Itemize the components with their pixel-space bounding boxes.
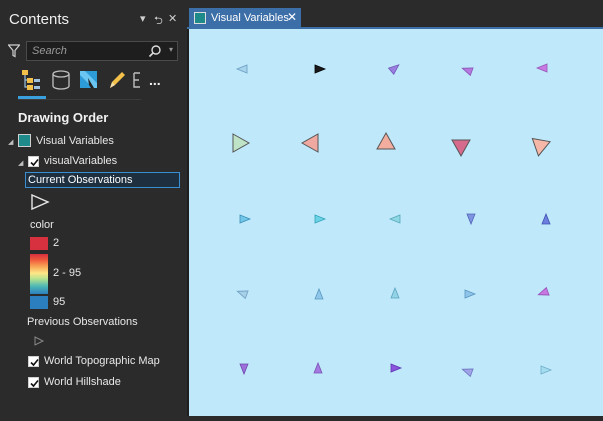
color-variable-label: color <box>30 219 54 231</box>
observation-symbol <box>540 365 553 375</box>
observation-symbol <box>451 139 471 158</box>
list-by-source-icon[interactable] <box>50 68 72 92</box>
more-options-button[interactable]: ... <box>149 72 161 88</box>
observation-symbol <box>236 290 249 300</box>
observation-symbol <box>464 289 477 299</box>
map-icon <box>18 134 31 147</box>
ramp-label-mid: 2 - 95 <box>53 267 82 279</box>
list-by-selection-icon[interactable] <box>78 68 100 92</box>
observation-symbol <box>387 64 400 75</box>
search-input[interactable]: Search ▾ <box>26 41 178 61</box>
topo-visibility-checkbox[interactable] <box>28 356 39 367</box>
observation-symbol <box>461 368 474 378</box>
topo-layer-label[interactable]: World Topographic Map <box>44 355 160 367</box>
observation-symbol <box>390 363 403 373</box>
filter-icon[interactable] <box>7 44 21 63</box>
observation-symbol <box>466 213 476 226</box>
observation-symbol <box>239 214 252 224</box>
observation-symbol <box>232 133 251 153</box>
observation-symbol <box>390 286 400 299</box>
layer-visibility-checkbox[interactable] <box>28 156 39 167</box>
search-placeholder: Search <box>32 45 67 57</box>
ramp-label-low: 2 <box>53 237 60 249</box>
collapse-arrow-icon[interactable]: ◢ <box>8 138 13 146</box>
pane-title: Contents <box>9 11 70 28</box>
chevron-down-icon[interactable]: ▾ <box>169 45 173 54</box>
map-item-label[interactable]: Visual Variables <box>36 135 114 147</box>
tab-visual-variables[interactable]: Visual Variables ✕ <box>189 8 301 28</box>
color-ramp <box>30 254 48 294</box>
observation-symbol <box>314 64 327 74</box>
map-canvas[interactable] <box>189 29 603 416</box>
observation-symbol <box>461 67 474 77</box>
current-observations-label[interactable]: Current Observations <box>28 174 133 186</box>
observation-symbol <box>388 214 401 224</box>
layer-item-label[interactable]: visualVariables <box>44 155 117 167</box>
ramp-label-high: 95 <box>53 296 66 308</box>
section-title: Drawing Order <box>18 110 109 125</box>
ramp-swatch-low <box>30 237 48 250</box>
hillshade-layer-label[interactable]: World Hillshade <box>44 376 121 388</box>
observation-symbol <box>535 63 548 73</box>
list-by-editing-icon[interactable] <box>106 68 128 92</box>
previous-observations-symbol-icon[interactable] <box>33 334 45 352</box>
observation-symbol <box>314 214 327 224</box>
search-icon[interactable] <box>148 44 162 63</box>
observation-symbol <box>531 137 552 157</box>
map-view[interactable] <box>189 29 603 416</box>
map-icon <box>194 12 206 24</box>
observation-symbol <box>314 287 324 300</box>
observation-symbol <box>537 286 550 296</box>
observation-symbol <box>541 212 551 225</box>
tab-label[interactable]: Visual Variables <box>211 12 289 24</box>
ramp-swatch-high <box>30 296 48 309</box>
observation-symbol <box>300 133 319 153</box>
previous-observations-label[interactable]: Previous Observations <box>27 316 138 328</box>
observation-symbol <box>313 361 323 374</box>
list-by-drawing-order-icon[interactable] <box>20 68 42 92</box>
contents-pane: Contents ▾ ⮌ ✕ Search ▾ ... Drawing Orde… <box>0 0 187 416</box>
observation-symbol <box>239 363 249 376</box>
current-observations-symbol-icon[interactable] <box>30 193 50 216</box>
observation-symbol <box>376 131 396 150</box>
close-icon[interactable]: ✕ <box>168 12 177 25</box>
pane-menu-icon[interactable]: ▾ <box>140 12 146 25</box>
collapse-arrow-icon[interactable]: ◢ <box>18 159 23 167</box>
hillshade-visibility-checkbox[interactable] <box>28 377 39 388</box>
pin-icon[interactable]: ⮌ <box>154 12 163 31</box>
toolbar-divider <box>18 99 141 100</box>
observation-symbol <box>235 64 248 74</box>
close-icon[interactable]: ✕ <box>287 10 297 24</box>
